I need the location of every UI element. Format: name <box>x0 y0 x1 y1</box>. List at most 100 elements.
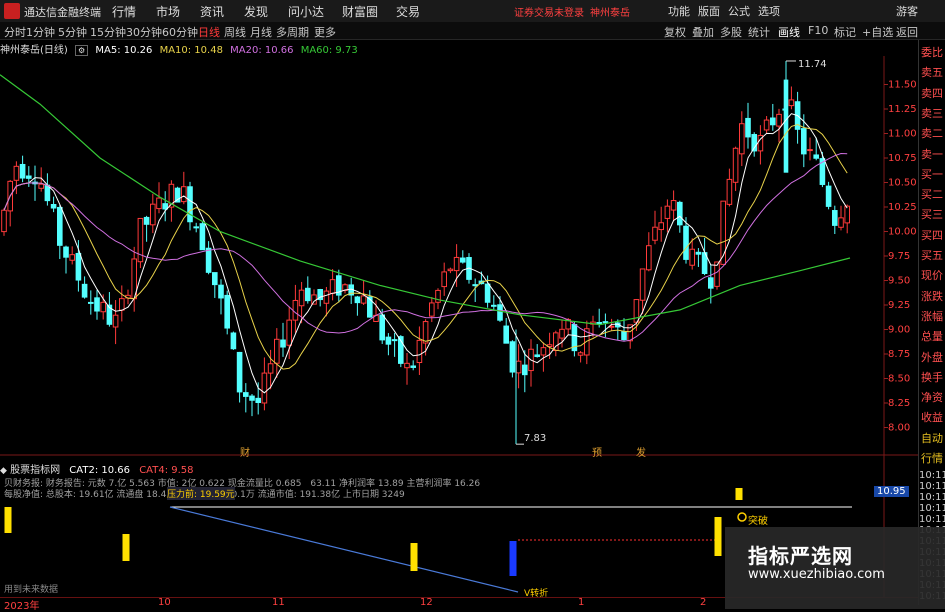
price-tick-label: 10.50 <box>888 178 917 189</box>
btn-overlay[interactable]: 叠加 <box>692 24 714 40</box>
event-mark-forecast[interactable]: 预 <box>592 444 602 459</box>
menu-discover[interactable]: 发现 <box>244 3 268 20</box>
candle-body <box>652 226 658 241</box>
candle-body <box>391 339 398 342</box>
candle-body <box>143 216 150 225</box>
candle-body <box>360 295 367 304</box>
side-panel-item[interactable]: 涨幅 <box>919 308 945 324</box>
menu-wealth[interactable]: 财富圈 <box>342 3 378 20</box>
tf-weekly[interactable]: 周线 <box>224 24 246 40</box>
top-menu-bar: 通达信金融终端 行情 市场 资讯 发现 问小达 财富圈 交易 证券交易未登录 神… <box>0 0 945 23</box>
candle-body <box>602 321 609 324</box>
btn-mark[interactable]: 标记 <box>834 24 856 40</box>
menu-market[interactable]: 市场 <box>156 3 180 20</box>
candle-body <box>379 314 385 341</box>
tf-60min[interactable]: 60分钟 <box>162 24 198 40</box>
signal-bar <box>714 517 722 556</box>
candle-body <box>453 256 460 272</box>
side-panel-item[interactable]: 卖五 <box>919 64 945 80</box>
btn-add-watch[interactable]: +自选 <box>862 24 893 40</box>
event-mark-finance[interactable]: 财 <box>240 444 250 459</box>
btn-stats[interactable]: 统计 <box>748 24 770 40</box>
tf-30min[interactable]: 30分钟 <box>126 24 162 40</box>
side-panel-item[interactable]: 收益 <box>919 409 945 425</box>
tf-5min[interactable]: 5分钟 <box>58 24 87 40</box>
candle-body <box>577 352 584 356</box>
side-panel-item[interactable]: 买五 <box>919 247 945 263</box>
signal-bar <box>122 534 130 561</box>
tf-monthly[interactable]: 月线 <box>250 24 272 40</box>
side-panel-item[interactable]: 自动 <box>919 430 945 446</box>
candle-body <box>26 175 32 179</box>
btn-multistock[interactable]: 多股 <box>720 24 742 40</box>
side-panel-item[interactable]: 卖二 <box>919 125 945 141</box>
candle-body <box>813 154 820 159</box>
menu-options[interactable]: 选项 <box>758 3 780 19</box>
candle-body <box>305 287 311 302</box>
cat4-value: CAT4: 9.58 <box>139 465 194 476</box>
xaxis-label-oct: 10 <box>158 597 171 608</box>
candle-body <box>515 360 522 374</box>
candle-body <box>732 147 739 183</box>
settings-icon[interactable]: ⚙ <box>75 45 89 56</box>
candle-body <box>261 372 268 404</box>
btn-adjust[interactable]: 复权 <box>664 24 686 40</box>
tf-intraday[interactable]: 分时 <box>4 24 26 40</box>
tf-multi[interactable]: 多周期 <box>276 24 309 40</box>
price-tick-label: 8.50 <box>888 374 910 385</box>
candle-body <box>788 99 795 107</box>
btn-draw[interactable]: 画线 <box>778 24 800 40</box>
candle-body <box>522 364 528 376</box>
ma60-value: MA60: 9.73 <box>300 45 358 56</box>
side-panel-item[interactable]: 涨跌 <box>919 288 945 304</box>
tf-15min[interactable]: 15分钟 <box>90 24 126 40</box>
tf-more[interactable]: 更多 <box>314 24 336 40</box>
side-panel-item[interactable]: 委比 <box>919 44 945 60</box>
indicator-menu-icon[interactable]: ◆ <box>0 466 7 476</box>
side-panel-item[interactable]: 外盘 <box>919 349 945 365</box>
candle-body <box>472 284 478 287</box>
ma20-value: MA20: 10.66 <box>230 45 294 56</box>
login-notice[interactable]: 证券交易未登录 <box>514 4 584 19</box>
pressure-highlight: 压力前: 19.59元 <box>167 487 235 500</box>
menu-function[interactable]: 功能 <box>668 3 690 19</box>
side-panel-item[interactable]: 换手 <box>919 369 945 385</box>
trend-line <box>169 506 519 593</box>
side-panel-item[interactable]: 现价 <box>919 267 945 283</box>
side-panel-item[interactable]: 买二 <box>919 186 945 202</box>
indicator-title: 股票指标网 <box>10 465 61 476</box>
side-panel-item[interactable]: 买三 <box>919 206 945 222</box>
menu-formula[interactable]: 公式 <box>728 3 750 19</box>
candle-body <box>429 302 435 317</box>
tf-daily[interactable]: 日线 <box>198 24 220 40</box>
candle-body <box>193 226 199 229</box>
price-tick-label: 8.25 <box>888 398 910 409</box>
event-mark-issue[interactable]: 发 <box>636 444 646 459</box>
candle-body <box>497 304 503 321</box>
side-panel-item[interactable]: 净资 <box>919 389 945 405</box>
tf-1min[interactable]: 1分钟 <box>26 24 55 40</box>
menu-layout[interactable]: 版面 <box>698 3 720 19</box>
menu-ask[interactable]: 问小达 <box>288 3 324 20</box>
menu-trade[interactable]: 交易 <box>396 3 420 20</box>
btn-f10[interactable]: F10 <box>808 24 828 37</box>
candle-body <box>150 203 156 226</box>
menu-quotes[interactable]: 行情 <box>112 3 136 20</box>
side-panel-item[interactable]: 买一 <box>919 166 945 182</box>
tick-time: 10:11 <box>919 503 945 514</box>
ma5-value: MA5: 10.26 <box>95 45 153 56</box>
menu-news[interactable]: 资讯 <box>200 3 224 20</box>
guest-label[interactable]: 游客 <box>896 3 918 19</box>
side-panel-item[interactable]: 卖四 <box>919 85 945 101</box>
candlestick-chart[interactable]: 11.50 11.25 11.00 10.75 10.50 10.25 10.00 9.75 9… <box>0 56 918 597</box>
candle-body <box>509 341 516 373</box>
side-panel-item[interactable]: 行情 <box>919 450 945 466</box>
price-tick-label: 11.50 <box>888 80 917 91</box>
btn-back[interactable]: 返回 <box>896 24 918 40</box>
side-panel-item[interactable]: 买四 <box>919 227 945 243</box>
candle-body <box>119 298 125 311</box>
breakout-label: 突破 <box>748 516 768 527</box>
side-panel-item[interactable]: 卖一 <box>919 146 945 162</box>
side-panel-item[interactable]: 总量 <box>919 328 945 344</box>
side-panel-item[interactable]: 卖三 <box>919 105 945 121</box>
